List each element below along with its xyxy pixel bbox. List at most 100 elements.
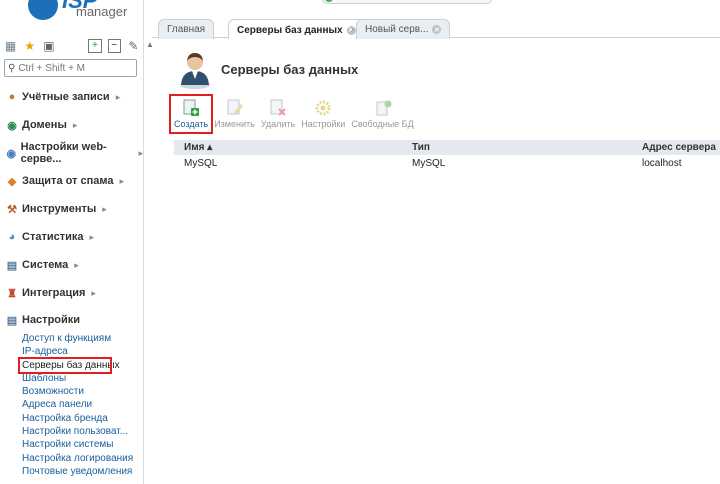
submenu-item-ip-addresses[interactable]: IP-адреса [22,345,133,358]
database-icon [376,100,391,116]
gear-icon [315,100,331,116]
submenu-item-function-access[interactable]: Доступ к функциям [22,332,133,345]
chevron-right-icon: ▸ [115,91,121,102]
page-title: Серверы баз данных [221,62,359,77]
users-icon: ● [8,91,16,103]
delete-icon [270,99,286,116]
layout-icon[interactable]: ▦ [4,39,17,53]
delete-button[interactable]: Удалить [258,96,298,132]
table-row[interactable]: MySQL MySQL localhost [174,155,720,172]
star-icon[interactable]: ★ [23,39,36,53]
column-name-header[interactable]: Имя ▴ [174,140,402,155]
submenu-item-db-servers[interactable]: Серверы баз данных [18,356,120,374]
app-window: ISP manager ▦ ★ ▣ + − ✎ ⚲ ● Учётные запи… [0,0,720,484]
briefcase-icon[interactable]: ▣ [42,39,55,53]
tab-home[interactable]: Главная [158,19,215,39]
delete-label: Удалить [260,119,296,129]
search-icon: ⚲ [8,62,16,74]
sidebar-item-label: Статистика [22,231,84,243]
pin-icon[interactable]: ✎ [127,39,140,53]
sidebar-item-system[interactable]: ▤ Система ▸ [6,256,79,274]
chevron-right-icon: ▸ [72,119,78,130]
db-servers-table: Имя ▴ Тип Адрес сервера MySQL MySQL loca… [174,140,720,172]
submenu-item-branding[interactable]: Настройка бренда [22,412,133,425]
column-type-header[interactable]: Тип [402,140,632,155]
chevron-right-icon: › [351,24,354,34]
submenu-item-user-settings[interactable]: Настройки пользоват... [22,425,133,438]
sidebar-item-spam[interactable]: ◆ Защита от спама ▸ [6,172,124,190]
logo[interactable]: ISP manager [28,0,148,26]
status-dot-icon [325,0,333,2]
sidebar-item-statistics[interactable]: ◕ Статистика ▸ [6,228,94,246]
submenu-item-mail-notifications[interactable]: Почтовые уведомления [22,465,133,478]
search-input[interactable] [18,62,129,74]
tab-new-server[interactable]: Новый серв... ✕ [356,19,451,39]
close-icon[interactable]: ✕ [432,25,442,34]
settings-button[interactable]: Настройки [298,96,348,132]
tools-icon: ⚒ [7,203,17,216]
sidebar-item-web-settings[interactable]: ◉ Настройки web-серве... ▸ [6,141,143,165]
sidebar-item-tools[interactable]: ⚒ Инструменты ▸ [6,200,107,218]
cell-address: localhost [642,158,682,169]
settings-icon: ▤ [6,314,18,327]
chevron-right-icon: ▸ [74,259,79,270]
expand-all-icon[interactable]: + [88,39,102,53]
chevron-right-icon: ▸ [119,175,125,186]
pie-chart-icon: ◕ [8,231,16,243]
chevron-right-icon: ▸ [102,203,107,214]
cell-type: MySQL [412,158,446,169]
sidebar-item-label: Защита от спама [22,175,114,187]
sidebar-tools: ▦ ★ ▣ + − ✎ [4,38,140,54]
edit-button[interactable]: Изменить [211,96,258,132]
tab-bar: Главная Серверы баз данных ✕ › Новый сер… [152,0,720,40]
add-document-icon [183,99,200,116]
sidebar-item-label: Домены [22,119,67,131]
settings-label: Настройки [301,119,346,129]
submenu-item-logging[interactable]: Настройка логирования [22,452,133,465]
sidebar-item-integration[interactable]: ♜ Интеграция ▸ [6,284,96,302]
chevron-right-icon: ▸ [89,231,95,242]
submenu-item-system-settings[interactable]: Настройки системы [22,438,133,451]
sidebar-item-label: Настройки [22,314,81,326]
web-settings-icon: ◉ [6,147,17,160]
tab-label: Новый серв... [365,24,429,35]
main-content: Серверы баз данных Создать Изменить Удал… [152,39,720,484]
column-address-header[interactable]: Адрес сервера [632,140,720,155]
toolbar: Создать Изменить Удалить Настройки Свобо… [168,94,417,134]
sidebar-item-domains[interactable]: ◉ Домены ▸ [6,116,77,134]
sidebar-item-label: Система [22,259,69,271]
cell-name: MySQL [184,158,218,169]
tab-label: Главная [167,24,206,35]
edit-icon [227,99,243,115]
sidebar-item-label: Настройки web-серве... [20,141,107,165]
sidebar: ISP manager ▦ ★ ▣ + − ✎ ⚲ ● Учётные запи… [0,0,144,484]
logo-subtitle: manager [76,4,128,19]
free-db-label: Свободные БД [351,119,414,129]
submenu-item-panel-addresses[interactable]: Адреса панели [22,398,133,411]
submenu-item-templates[interactable]: Шаблоны [22,372,133,385]
shield-icon: ◆ [7,175,17,188]
sidebar-item-label: Интеграция [22,287,86,299]
top-status-strip [322,0,492,4]
chevron-right-icon: ▸ [138,147,143,158]
sidebar-item-label: Инструменты [22,203,97,215]
system-icon: ▤ [6,259,18,272]
table-header: Имя ▴ Тип Адрес сервера [174,140,720,155]
integration-icon: ♜ [7,287,17,300]
logo-icon [28,0,58,20]
sidebar-item-accounts[interactable]: ● Учётные записи ▸ [6,88,121,106]
create-label: Создать [174,119,209,129]
settings-submenu: Доступ к функциям IP-адреса Серверы баз … [18,332,133,478]
sidebar-item-settings[interactable]: ▤ Настройки [6,311,80,329]
sidebar-item-label: Учётные записи [22,91,110,103]
collapse-all-icon[interactable]: − [107,39,121,53]
user-avatar-icon [180,53,210,89]
sidebar-search[interactable]: ⚲ [4,59,137,77]
submenu-item-features[interactable]: Возможности [22,385,133,398]
tab-db-servers[interactable]: Серверы баз данных ✕ [228,19,365,40]
create-button[interactable]: Создать [168,94,214,134]
free-db-button[interactable]: Свободные БД [348,96,416,132]
edit-label: Изменить [214,119,255,129]
tab-label: Серверы баз данных [237,24,343,36]
globe-icon: ◉ [7,119,17,132]
